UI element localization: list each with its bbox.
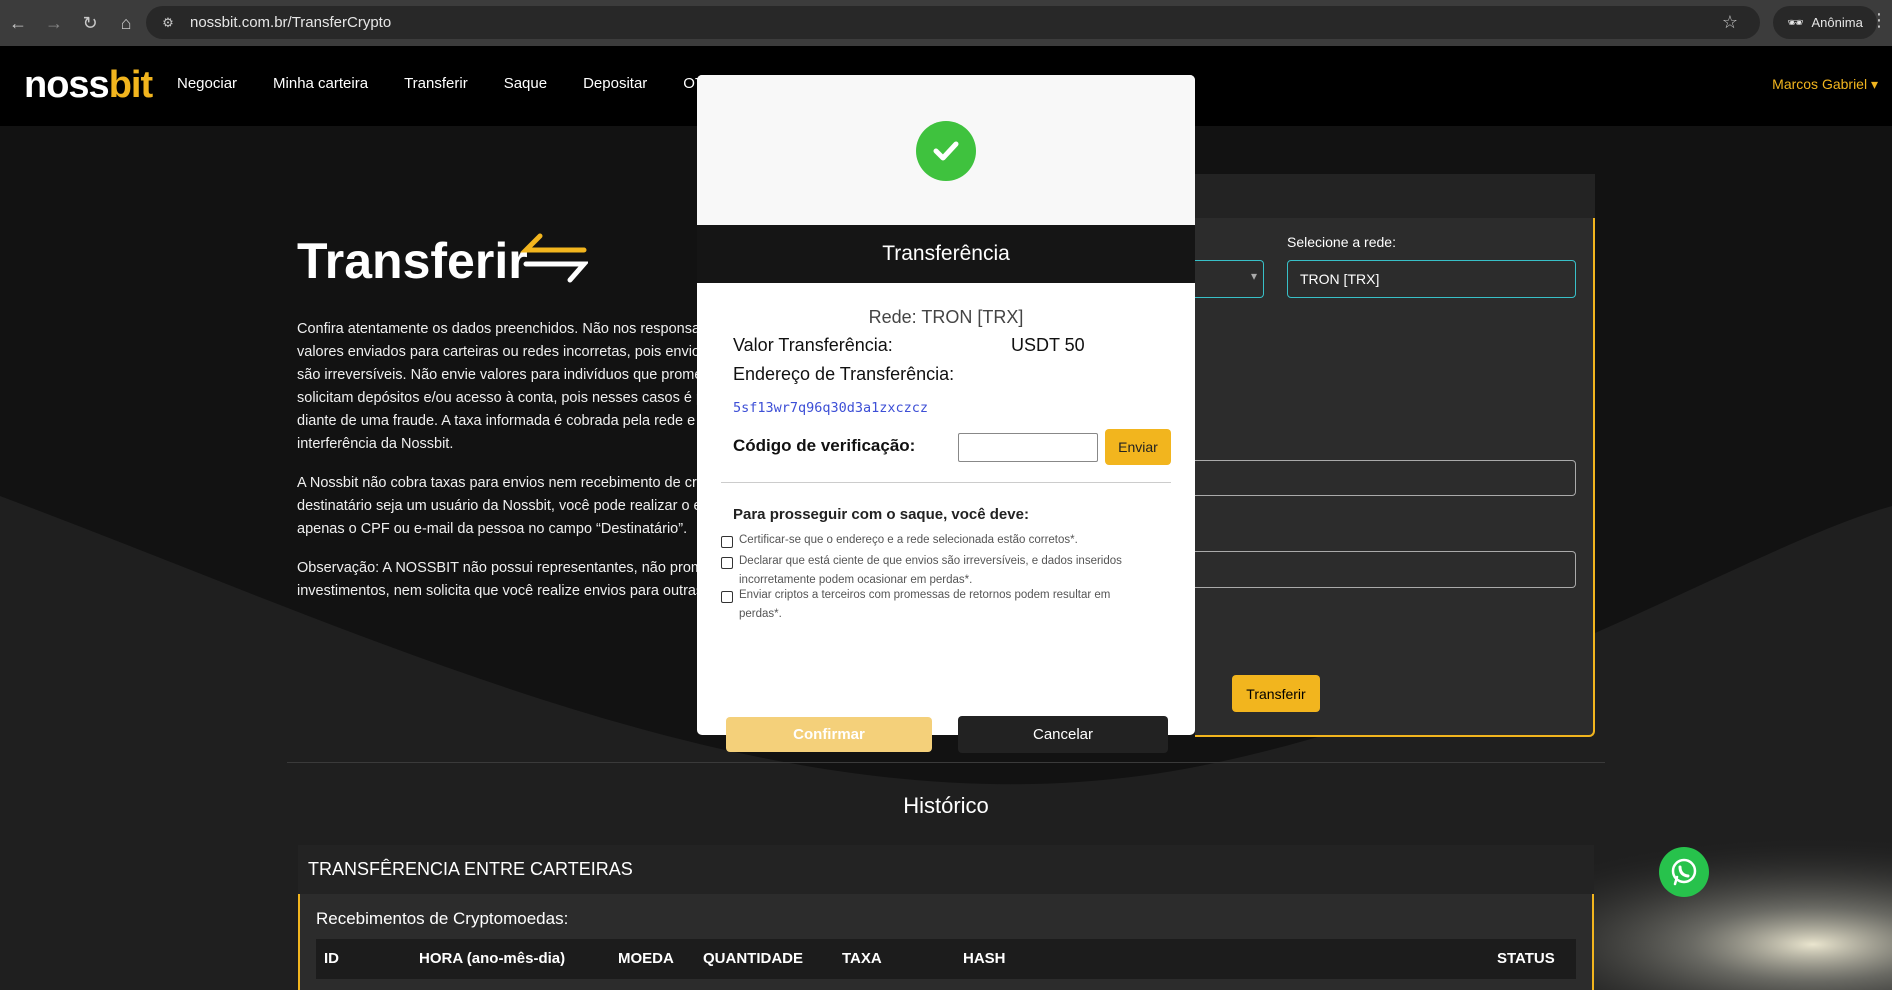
col-hash: HASH <box>963 950 1006 967</box>
modal-title: Transferência <box>697 225 1195 283</box>
page-title: Transferir <box>297 233 528 289</box>
check-address-checkbox[interactable] <box>721 536 733 548</box>
history-panel-header: TRANSFÊRENCIA ENTRE CARTEIRAS <box>298 845 1594 894</box>
transfer-confirm-modal: Transferência Rede: TRON [TRX] Valor Tra… <box>697 75 1195 753</box>
user-menu[interactable]: Marcos Gabriel ▾ <box>1772 76 1878 93</box>
bookmark-star-icon[interactable]: ☆ <box>1722 12 1738 33</box>
incognito-badge[interactable]: 🕶 Anônima <box>1773 6 1877 39</box>
browser-menu-icon[interactable]: ⋮ <box>1870 10 1888 31</box>
check-third-party-text: Enviar criptos a terceiros com promessas… <box>739 589 1111 620</box>
site-info-icon[interactable]: ⚙ <box>158 13 178 33</box>
transfer-arrows-icon <box>520 233 588 283</box>
verification-code-label: Código de verificação: <box>733 436 916 455</box>
nav-negociar[interactable]: Negociar <box>177 75 237 92</box>
success-check-icon <box>916 121 976 181</box>
history-table-header: ID HORA (ano-mês-dia) MOEDA QUANTIDADE T… <box>316 939 1576 979</box>
hero-paragraph-1: Confira atentamente os dados preenchidos… <box>297 321 697 452</box>
user-name: Marcos Gabriel <box>1772 76 1868 92</box>
nav-saque[interactable]: Saque <box>504 75 547 92</box>
section-divider <box>287 762 1605 763</box>
back-icon[interactable]: ← <box>0 5 36 41</box>
browser-toolbar: ← → ↻ ⌂ ⚙ nossbit.com.br/TransferCrypto … <box>0 0 1892 46</box>
transfer-button[interactable]: Transferir <box>1232 675 1320 712</box>
requirements-title: Para prosseguir com o saque, você deve: <box>733 506 1029 523</box>
nav-transferir[interactable]: Transferir <box>404 75 468 92</box>
transfer-form-card <box>1195 174 1595 737</box>
col-taxa: TAXA <box>842 950 882 967</box>
col-quantidade: QUANTIDADE <box>703 950 803 967</box>
incognito-label: Anônima <box>1811 15 1863 30</box>
modal-status-area <box>697 75 1195 225</box>
reload-icon[interactable]: ↻ <box>72 5 108 41</box>
transfer-form-header <box>1195 174 1595 218</box>
verification-code-input[interactable] <box>958 433 1098 462</box>
forward-icon[interactable]: → <box>36 5 72 41</box>
network-select[interactable]: TRON [TRX] <box>1287 260 1576 298</box>
whatsapp-icon <box>1671 858 1697 886</box>
col-hora: HORA (ano-mês-dia) <box>419 950 566 967</box>
nossbit-logo[interactable]: nossbit <box>24 64 153 107</box>
col-moeda: MOEDA <box>618 950 674 967</box>
history-title: Histórico <box>903 793 989 818</box>
send-code-button[interactable]: Enviar <box>1105 429 1171 465</box>
check-third-party-checkbox[interactable] <box>721 591 733 603</box>
incognito-icon: 🕶 <box>1787 14 1804 30</box>
network-label: Selecione a rede: <box>1287 234 1396 250</box>
address-label: Endereço de Transferência: <box>733 364 955 384</box>
address-bar[interactable]: ⚙ nossbit.com.br/TransferCrypto ☆ <box>146 6 1760 39</box>
currency-select[interactable] <box>1195 260 1264 298</box>
address-input[interactable] <box>1195 551 1576 588</box>
url-text: nossbit.com.br/TransferCrypto <box>190 14 392 31</box>
caret-down-icon: ▾ <box>1870 76 1878 92</box>
amount-input[interactable] <box>1195 460 1576 496</box>
nav-depositar[interactable]: Depositar <box>583 75 647 92</box>
main-nav: Negociar Minha carteira Transferir Saque… <box>177 75 715 92</box>
amount-value: USDT 50 <box>1011 335 1085 355</box>
address-value[interactable]: 5sf13wr7q96q30d3a1zxczcz <box>733 400 928 416</box>
home-icon[interactable]: ⌂ <box>108 5 144 41</box>
modal-divider <box>721 482 1171 483</box>
cancel-button[interactable]: Cancelar <box>958 716 1168 753</box>
amount-label: Valor Transferência: <box>733 335 893 355</box>
check-irreversible-checkbox[interactable] <box>721 557 733 569</box>
check-address-text: Certificar-se que o endereço e a rede se… <box>739 534 1078 546</box>
whatsapp-button[interactable] <box>1659 847 1709 897</box>
hero-description: Confira atentamente os dados preenchidos… <box>297 318 697 619</box>
network-info: Rede: TRON [TRX] <box>868 307 1024 327</box>
hero-paragraph-2: A Nossbit não cobra taxas para envios ne… <box>297 475 697 537</box>
check-irreversible-text: Declarar que está ciente de que envios s… <box>739 555 1122 586</box>
hero-paragraph-3: Observação: A NOSSBIT não possui represe… <box>297 560 697 599</box>
nav-minha-carteira[interactable]: Minha carteira <box>273 75 368 92</box>
col-id: ID <box>324 950 339 967</box>
col-status: STATUS <box>1497 950 1555 967</box>
confirm-button[interactable]: Confirmar <box>726 717 932 752</box>
history-panel-title: TRANSFÊRENCIA ENTRE CARTEIRAS <box>308 859 633 879</box>
history-subtitle: Recebimentos de Cryptomoedas: <box>316 909 569 928</box>
